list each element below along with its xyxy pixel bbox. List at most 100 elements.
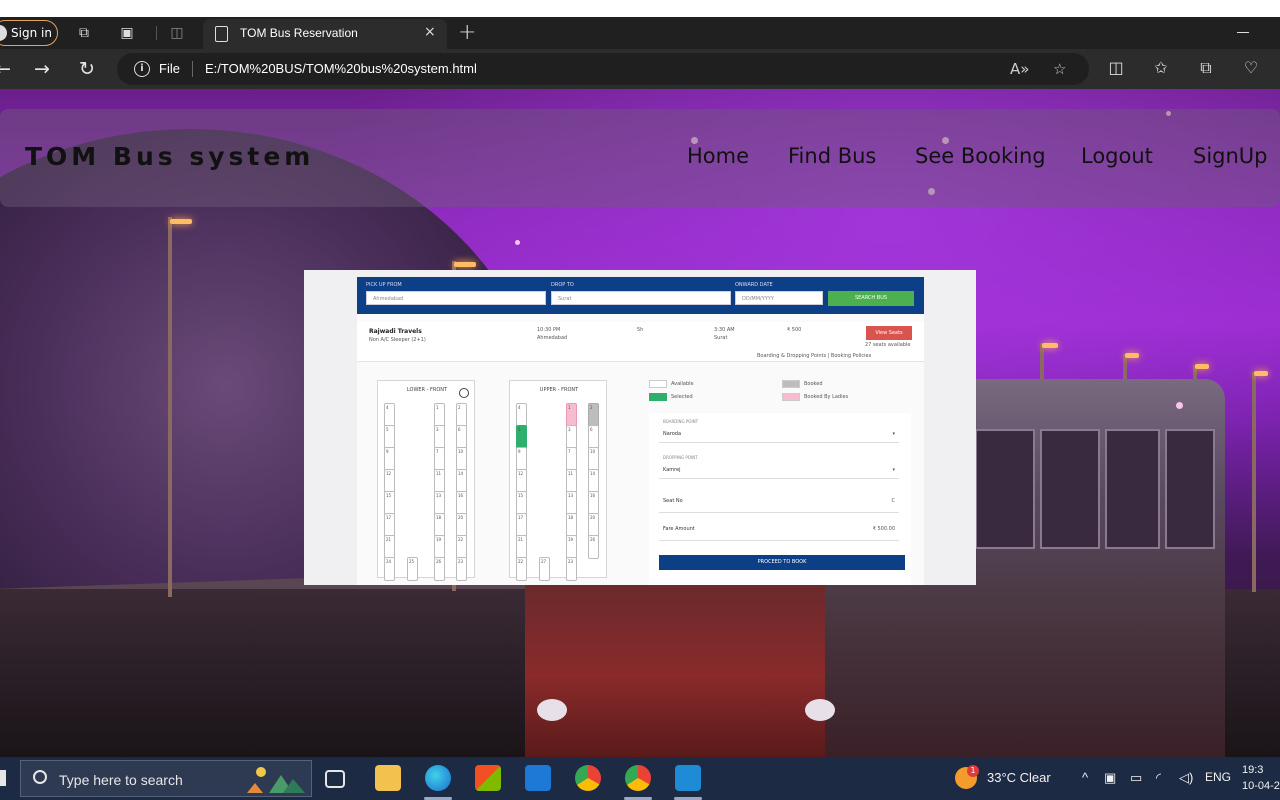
lower-seat[interactable]: 13 bbox=[434, 491, 445, 515]
close-tab-icon[interactable]: × bbox=[424, 24, 436, 40]
lower-seat[interactable]: 23 bbox=[456, 557, 467, 581]
split-screen-icon[interactable]: ◫ bbox=[1106, 58, 1126, 77]
upper-seat[interactable]: 21 bbox=[516, 535, 527, 559]
lower-seat[interactable]: 19 bbox=[434, 535, 445, 559]
lower-seat[interactable]: 14 bbox=[456, 469, 467, 493]
lower-seat[interactable]: 7 bbox=[434, 447, 445, 471]
volume-icon[interactable]: ◁) bbox=[1179, 770, 1193, 786]
nav-home[interactable]: Home bbox=[687, 144, 749, 168]
wifi-icon[interactable]: ◜ bbox=[1156, 770, 1161, 786]
collections-icon[interactable]: ⧉ bbox=[1196, 58, 1216, 78]
screen-capture-icon[interactable]: ▣ bbox=[1104, 770, 1116, 786]
upper-seat[interactable]: 22 bbox=[516, 557, 527, 581]
lower-seat[interactable]: 24 bbox=[384, 557, 395, 581]
chrome-profile-icon[interactable] bbox=[625, 765, 651, 791]
proceed-to-book-button[interactable]: PROCEED TO BOOK bbox=[659, 555, 905, 570]
url-text[interactable]: E:/TOM%20BUS/TOM%20bus%20system.html bbox=[205, 61, 477, 76]
pickup-input[interactable]: Ahmedabad bbox=[366, 291, 546, 305]
lower-seat[interactable]: 6 bbox=[456, 425, 467, 449]
lower-seat[interactable]: 16 bbox=[456, 491, 467, 515]
lower-seat[interactable]: 22 bbox=[456, 535, 467, 559]
upper-seat[interactable]: 20 bbox=[588, 513, 599, 537]
lower-seat[interactable]: 10 bbox=[456, 447, 467, 471]
upper-seat[interactable]: 1 bbox=[566, 403, 577, 427]
tab-actions-icon[interactable]: ▣ bbox=[118, 24, 136, 42]
boarding-point-select[interactable]: BOARDING POINT Naroda ▾ bbox=[659, 419, 899, 443]
favorite-star-icon[interactable]: ☆ bbox=[1053, 60, 1066, 78]
file-explorer-icon[interactable] bbox=[375, 765, 401, 791]
lower-seat[interactable]: 15 bbox=[384, 491, 395, 515]
upper-seat[interactable]: 2 bbox=[588, 403, 599, 427]
task-view-icon[interactable] bbox=[325, 770, 345, 788]
lower-seat[interactable]: 5 bbox=[384, 425, 395, 449]
upper-seat[interactable]: 19 bbox=[566, 535, 577, 559]
search-bus-button[interactable]: SEARCH BUS bbox=[828, 291, 914, 306]
tab-tom-bus-reservation[interactable]: TOM Bus Reservation × bbox=[203, 19, 447, 49]
upper-seat[interactable]: 11 bbox=[566, 469, 577, 493]
upper-seat[interactable]: 16 bbox=[588, 491, 599, 515]
site-brand[interactable]: TOM Bus system bbox=[25, 142, 314, 171]
new-tab-button[interactable]: + bbox=[458, 20, 476, 45]
upper-seat[interactable]: 17 bbox=[516, 513, 527, 537]
language-indicator[interactable]: ENG bbox=[1205, 770, 1231, 784]
edge-browser-icon[interactable] bbox=[425, 765, 451, 791]
upper-seat[interactable]: 14 bbox=[588, 469, 599, 493]
nav-logout[interactable]: Logout bbox=[1081, 144, 1153, 168]
lower-seat[interactable]: 3 bbox=[434, 425, 445, 449]
read-aloud-icon[interactable]: A» bbox=[1010, 60, 1029, 78]
lower-seat[interactable]: 25 bbox=[407, 557, 418, 581]
battery-icon[interactable]: ▭ bbox=[1130, 770, 1142, 786]
lower-seat[interactable]: 11 bbox=[434, 469, 445, 493]
upper-seat[interactable]: 18 bbox=[566, 513, 577, 537]
bus-info-links[interactable]: Boarding & Dropping Points | Booking Pol… bbox=[757, 353, 871, 359]
pinned-tab-icon[interactable]: ◫ bbox=[168, 24, 186, 42]
lower-seat[interactable]: 12 bbox=[384, 469, 395, 493]
upper-seat[interactable]: 7 bbox=[566, 447, 577, 471]
lower-seat[interactable]: 17 bbox=[384, 513, 395, 537]
favorites-icon[interactable]: ✩ bbox=[1151, 58, 1171, 77]
nav-find-bus[interactable]: Find Bus bbox=[788, 144, 876, 168]
seat-no-field[interactable]: Seat No C bbox=[659, 489, 899, 513]
upper-seat[interactable]: 6 bbox=[588, 425, 599, 449]
sign-in-button[interactable]: Sign in bbox=[0, 20, 58, 46]
chevron-up-icon[interactable]: ^ bbox=[1082, 770, 1088, 785]
upper-seat[interactable]: 13 bbox=[566, 491, 577, 515]
taskbar-search-box[interactable]: Type here to search bbox=[20, 760, 312, 797]
upper-seat[interactable]: 10 bbox=[588, 447, 599, 471]
upper-seat[interactable]: 4 bbox=[516, 403, 527, 427]
mail-icon[interactable] bbox=[525, 765, 551, 791]
drop-input[interactable]: Surat bbox=[551, 291, 731, 305]
address-bar[interactable]: i File E:/TOM%20BUS/TOM%20bus%20system.h… bbox=[117, 53, 1089, 85]
upper-seat[interactable]: 5 bbox=[516, 425, 527, 449]
vscode-icon[interactable] bbox=[675, 765, 701, 791]
chrome-icon[interactable] bbox=[575, 765, 601, 791]
weather-text[interactable]: 33°C Clear bbox=[987, 770, 1051, 785]
upper-seat[interactable]: 26 bbox=[588, 535, 599, 559]
upper-seat[interactable]: 9 bbox=[516, 447, 527, 471]
browser-essentials-icon[interactable]: ♡ bbox=[1241, 58, 1261, 77]
lower-seat[interactable]: 20 bbox=[456, 513, 467, 537]
upper-seat[interactable]: 3 bbox=[566, 425, 577, 449]
forward-arrow-icon[interactable]: → bbox=[31, 58, 53, 80]
view-seats-button[interactable]: View Seats bbox=[866, 326, 912, 340]
minimize-window-icon[interactable] bbox=[1237, 32, 1249, 33]
dropping-point-select[interactable]: DROPPING POINT Kamrej ▾ bbox=[659, 455, 899, 479]
nav-see-booking[interactable]: See Booking bbox=[915, 144, 1046, 168]
workspaces-icon[interactable]: ⧉ bbox=[75, 24, 93, 42]
lower-seat[interactable]: 4 bbox=[384, 403, 395, 427]
back-arrow-icon[interactable]: ← bbox=[0, 58, 14, 80]
upper-seat[interactable]: 27 bbox=[539, 557, 550, 581]
lower-seat[interactable]: 18 bbox=[434, 513, 445, 537]
upper-seat[interactable]: 12 bbox=[516, 469, 527, 493]
upper-seat[interactable]: 23 bbox=[566, 557, 577, 581]
lower-seat[interactable]: 1 bbox=[434, 403, 445, 427]
upper-seat[interactable]: 15 bbox=[516, 491, 527, 515]
lower-seat[interactable]: 26 bbox=[434, 557, 445, 581]
lower-seat[interactable]: 9 bbox=[384, 447, 395, 471]
refresh-icon[interactable]: ↻ bbox=[76, 58, 98, 80]
system-clock[interactable]: 19:3 10-04-2 bbox=[1242, 762, 1280, 794]
windows-start-icon[interactable] bbox=[0, 770, 6, 786]
date-input[interactable]: DD/MM/YYYY bbox=[735, 291, 823, 305]
lower-seat[interactable]: 21 bbox=[384, 535, 395, 559]
nav-signup[interactable]: SignUp bbox=[1193, 144, 1268, 168]
